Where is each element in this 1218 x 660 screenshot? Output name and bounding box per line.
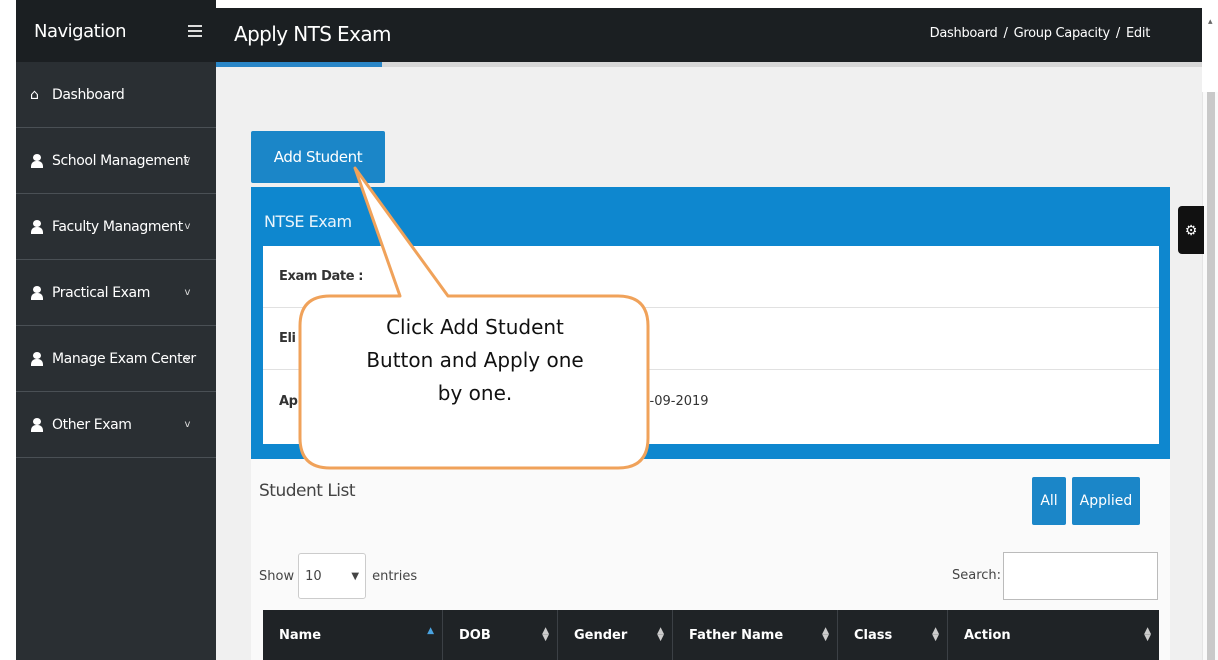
filter-all-button[interactable]: All bbox=[1032, 477, 1066, 525]
breadcrumb-group-capacity[interactable]: Group Capacity bbox=[1014, 26, 1111, 41]
sidebar: Navigation ⌂ Dashboard School Management… bbox=[16, 0, 216, 660]
search-input[interactable] bbox=[1003, 552, 1158, 600]
column-header-name[interactable]: Name ▲ bbox=[263, 610, 443, 660]
settings-gear-icon[interactable]: ⚙ bbox=[1178, 206, 1204, 254]
student-list-panel: Student List All Applied Show 10 ▼ entri… bbox=[251, 459, 1170, 660]
sidebar-item-label: Dashboard bbox=[52, 86, 125, 103]
hamburger-menu-icon[interactable] bbox=[188, 25, 202, 37]
user-icon bbox=[30, 219, 44, 234]
user-icon bbox=[30, 153, 44, 168]
sidebar-item-label: Other Exam bbox=[52, 416, 132, 433]
breadcrumb-edit: Edit bbox=[1126, 26, 1150, 41]
user-icon bbox=[30, 285, 44, 300]
column-header-gender[interactable]: Gender ▲ ▼ bbox=[558, 610, 673, 660]
exam-row-label: Eli bbox=[279, 331, 296, 346]
column-header-father-name[interactable]: Father Name ▲ ▼ bbox=[673, 610, 838, 660]
exam-row-label: Exam Date : bbox=[279, 269, 364, 284]
callout-line: Click Add Student bbox=[386, 315, 564, 339]
column-label: Class bbox=[854, 627, 893, 643]
column-label: Name bbox=[279, 627, 322, 643]
sort-icon: ▲ ▼ bbox=[822, 626, 829, 643]
chevron-down-icon: v bbox=[184, 155, 190, 166]
sort-icon: ▲ ▼ bbox=[932, 626, 939, 643]
column-header-dob[interactable]: DOB ▲ ▼ bbox=[443, 610, 558, 660]
table-header-row: Name ▲ DOB ▲ ▼ Gender ▲ ▼ Father Name ▲ ▼ Class… bbox=[263, 610, 1159, 660]
breadcrumb: Dashboard / Group Capacity / Edit bbox=[930, 26, 1151, 41]
callout-line: by one. bbox=[437, 381, 513, 405]
search-label: Search: bbox=[952, 568, 1002, 583]
caret-down-icon: ▼ bbox=[351, 570, 360, 582]
add-student-button[interactable]: Add Student bbox=[251, 131, 385, 183]
home-icon: ⌂ bbox=[30, 86, 39, 103]
entries-label: entries bbox=[372, 568, 418, 584]
breadcrumb-separator: / bbox=[1115, 26, 1121, 41]
column-label: Father Name bbox=[689, 627, 784, 643]
chevron-down-icon: v bbox=[184, 287, 190, 298]
column-label: DOB bbox=[459, 627, 491, 643]
chevron-down-icon: v bbox=[184, 353, 190, 364]
sidebar-item-school-management[interactable]: School Management v bbox=[16, 128, 216, 194]
page-title: Apply NTS Exam bbox=[234, 22, 391, 46]
exam-row-value: 18-09-2019 bbox=[633, 393, 709, 409]
column-label: Gender bbox=[574, 627, 628, 643]
exam-panel-title: NTSE Exam bbox=[264, 212, 352, 231]
entries-length-control: Show 10 ▼ entries bbox=[259, 553, 417, 599]
scrollbar-thumb[interactable] bbox=[1207, 92, 1215, 660]
chevron-down-icon: v bbox=[184, 419, 190, 430]
sidebar-item-label: Manage Exam Center bbox=[52, 350, 196, 367]
sort-icon: ▲ ▼ bbox=[1144, 626, 1151, 643]
column-header-action[interactable]: Action ▲ ▼ bbox=[948, 610, 1159, 660]
exam-row: Exam Date : bbox=[263, 246, 1159, 308]
sidebar-item-label: School Management bbox=[52, 152, 189, 169]
sort-asc-icon: ▲ bbox=[427, 626, 434, 636]
user-icon bbox=[30, 351, 44, 366]
breadcrumb-dashboard[interactable]: Dashboard bbox=[930, 26, 998, 41]
sidebar-title: Navigation bbox=[34, 20, 127, 42]
entries-select-value: 10 bbox=[305, 568, 322, 584]
exam-row-label: Ap bbox=[279, 393, 298, 409]
entries-select[interactable]: 10 ▼ bbox=[298, 553, 367, 599]
callout-text: Click Add Student Button and Apply one b… bbox=[310, 311, 640, 410]
callout-line: Button and Apply one bbox=[366, 348, 584, 372]
filter-applied-button[interactable]: Applied bbox=[1072, 477, 1140, 525]
sidebar-item-practical-exam[interactable]: Practical Exam v bbox=[16, 260, 216, 326]
vertical-scrollbar[interactable] bbox=[1202, 92, 1218, 660]
sidebar-header: Navigation bbox=[16, 0, 216, 62]
top-header: Apply NTS Exam Dashboard / Group Capacity /… bbox=[216, 8, 1202, 62]
sort-icon: ▲ ▼ bbox=[657, 626, 664, 643]
scroll-up-arrow-icon[interactable]: ▴ bbox=[1208, 16, 1213, 27]
show-label: Show bbox=[259, 568, 295, 584]
sidebar-item-faculty-managment[interactable]: Faculty Managment v bbox=[16, 194, 216, 260]
user-icon bbox=[30, 417, 44, 432]
sidebar-item-manage-exam-center[interactable]: Manage Exam Center v bbox=[16, 326, 216, 392]
column-header-class[interactable]: Class ▲ ▼ bbox=[838, 610, 948, 660]
chevron-down-icon: v bbox=[184, 221, 190, 232]
column-label: Action bbox=[964, 627, 1011, 643]
sidebar-item-label: Faculty Managment bbox=[52, 218, 183, 235]
breadcrumb-separator: / bbox=[1003, 26, 1008, 41]
sort-icon: ▲ ▼ bbox=[542, 626, 549, 643]
student-list-title: Student List bbox=[259, 481, 356, 501]
sidebar-item-other-exam[interactable]: Other Exam v bbox=[16, 392, 216, 458]
sidebar-item-label: Practical Exam bbox=[52, 284, 150, 301]
sidebar-item-dashboard[interactable]: ⌂ Dashboard bbox=[16, 62, 216, 128]
